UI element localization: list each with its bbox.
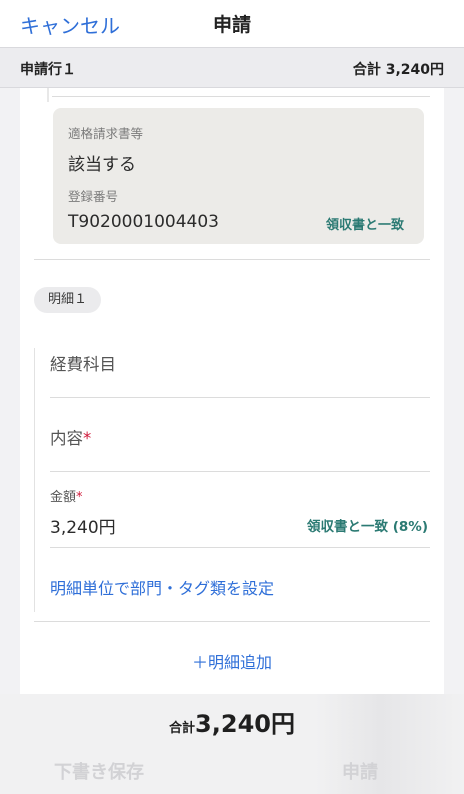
amount-match-badge: 領収書と一致 (8%) [307,519,428,535]
divider [50,397,430,398]
divider [34,259,430,260]
registration-number-value: T9020001004403 [68,212,219,232]
qualified-invoice-card: 適格請求書等 該当する 登録番号 T9020001004403 領収書と一致 [53,108,424,244]
submit-button[interactable]: 申請 [342,758,378,784]
amount-input[interactable]: 3,240円 [50,513,116,538]
divider [50,471,430,472]
main-content[interactable]: 適格請求書等 該当する 登録番号 T9020001004403 領収書と一致 明… [20,88,444,694]
divider [52,96,430,97]
divider [34,621,430,622]
application-line-header: 申請行１ 合計 3,240円 [0,48,464,88]
detail-group-line [34,348,35,612]
expense-item-field[interactable]: 経費科目 [50,351,116,375]
required-mark: * [83,429,92,448]
header-total: 合計 3,240円 [352,62,444,78]
add-detail-button[interactable]: ＋明細追加 [20,649,444,673]
required-mark: * [76,490,83,505]
save-draft-button[interactable]: 下書き保存 [54,758,144,784]
content-field-label: 内容 [50,429,83,448]
dept-tag-settings-link[interactable]: 明細単位で部門・タグ類を設定 [50,575,274,599]
detail-chip: 明細１ [34,287,101,313]
divider [50,547,430,548]
amount-label-text: 金額 [50,490,77,505]
registration-number-label: 登録番号 [68,189,119,204]
application-line-label: 申請行１ [20,62,76,78]
top-nav-bar: キャンセル 申請 [0,0,464,48]
content-field[interactable]: 内容* [50,425,91,449]
amount-label: 金額* [50,486,83,505]
qualified-invoice-value: 該当する [68,155,136,175]
receipt-match-badge: 領収書と一致 [325,218,404,233]
footer-total-value: 3,240円 [195,710,295,738]
qualified-invoice-label: 適格請求書等 [68,126,144,141]
section-connector [47,88,49,102]
footer-total: 合計3,240円 [0,704,464,739]
footer-total-label: 合計 [169,721,196,736]
page-title: 申請 [212,14,251,36]
bottom-action-bar: 合計3,240円 下書き保存 申請 [0,694,464,794]
